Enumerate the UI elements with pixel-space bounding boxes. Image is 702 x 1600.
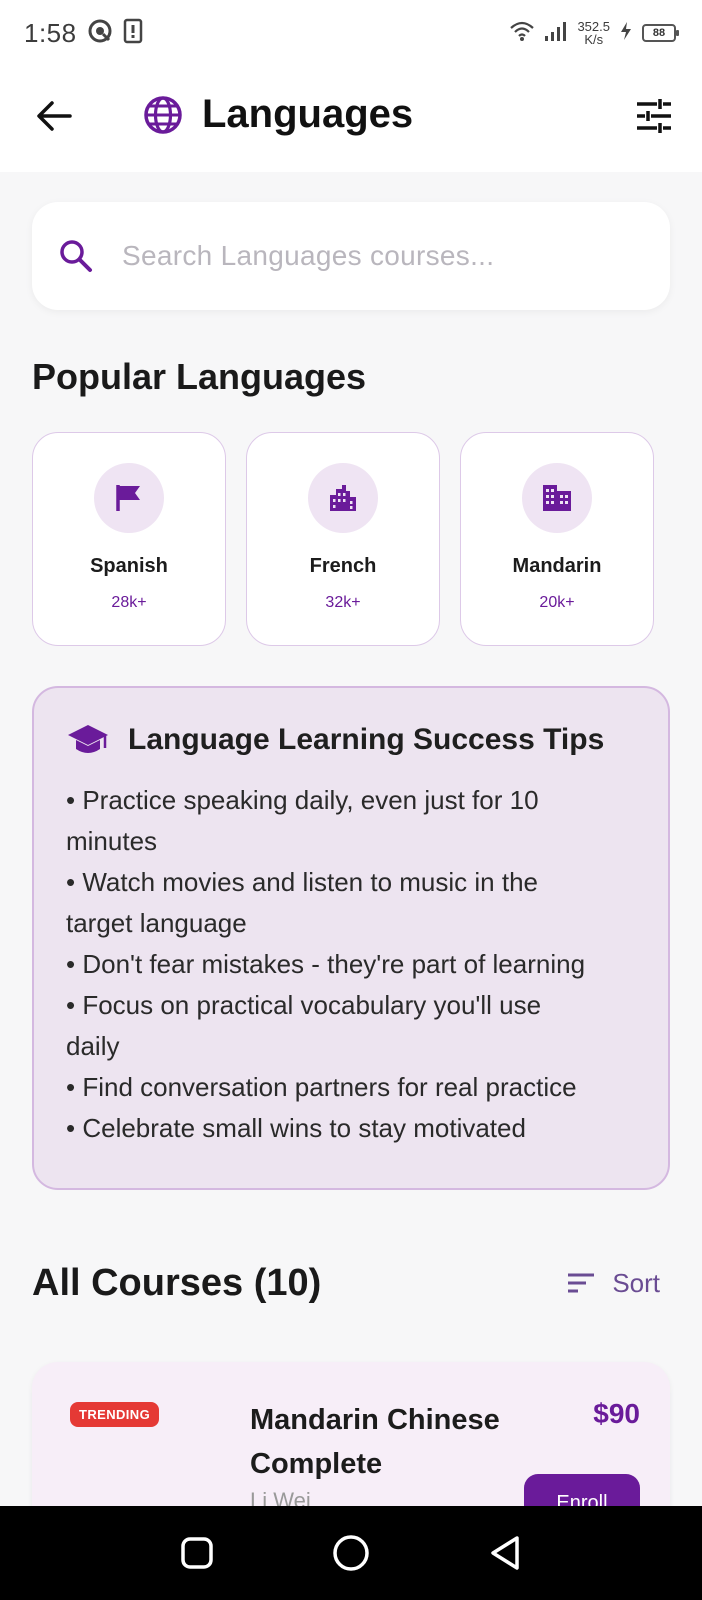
battery-level: 88 [652, 27, 666, 39]
app-title-wrap: Languages [142, 92, 413, 137]
sort-icon [568, 1273, 595, 1293]
tip-line: • Focus on practical vocabulary you'll u… [66, 990, 542, 1020]
charging-icon [618, 20, 634, 47]
wifi-icon [509, 20, 535, 47]
search-icon [60, 240, 92, 272]
course-title-line: Mandarin Chinese [250, 1404, 500, 1436]
language-icon-circle [522, 463, 592, 533]
language-learner-count: 32k+ [325, 594, 361, 611]
search-box[interactable] [32, 202, 670, 310]
language-icon-circle [308, 463, 378, 533]
language-name: Spanish [90, 555, 168, 577]
tip-line: • Practice speaking daily, even just for… [66, 785, 539, 815]
tips-title: Language Learning Success Tips [128, 723, 605, 756]
sort-label: Sort [612, 1267, 660, 1298]
status-left: 1:58 [24, 18, 143, 49]
app-notification-icon [87, 18, 113, 49]
courses-header: All Courses (10) Sort [32, 1258, 660, 1308]
language-name: French [309, 555, 377, 577]
tip-line: • Celebrate small wins to stay motivated [66, 1113, 526, 1143]
tip-line: • Don't fear mistakes - they're part of … [66, 949, 586, 979]
tip-line: • Watch movies and listen to music in th… [66, 867, 538, 897]
net-speed-unit: K/s [584, 32, 604, 47]
app-bar: Languages [0, 66, 702, 172]
back-nav-button[interactable] [480, 1528, 530, 1578]
course-title: Mandarin Chinese Complete [250, 1398, 540, 1486]
city-icon [330, 485, 356, 511]
language-learner-count: 20k+ [539, 594, 575, 611]
language-card-spanish[interactable]: Spanish 28k+ [32, 432, 226, 646]
building-icon [543, 485, 571, 511]
home-icon [333, 1535, 369, 1571]
battery-icon: 88 [642, 24, 679, 42]
home-button[interactable] [326, 1528, 376, 1578]
recents-icon [181, 1537, 213, 1569]
tip-line: daily [66, 1031, 120, 1061]
back-button[interactable] [32, 94, 76, 138]
status-time: 1:58 [24, 17, 77, 48]
sort-button[interactable]: Sort [566, 1268, 660, 1299]
net-speed: 352.5 K/s [577, 20, 610, 46]
language-card-mandarin[interactable]: Mandarin 20k+ [460, 432, 654, 646]
language-name: Mandarin [512, 555, 602, 577]
tips-header: Language Learning Success Tips [66, 722, 638, 758]
tips-card: Language Learning Success Tips • Practic… [32, 686, 670, 1190]
tip-line: • Find conversation partners for real pr… [66, 1072, 577, 1102]
system-nav-bar [0, 1506, 702, 1600]
popular-languages-list: Spanish 28k+ French 32k+ Mandarin 20k+ [32, 432, 672, 646]
filter-button[interactable] [632, 94, 676, 138]
flag-icon [116, 485, 140, 511]
all-courses-title: All Courses (10) [32, 1261, 322, 1304]
page-title: Languages [202, 92, 414, 136]
trending-badge: TRENDING [70, 1402, 160, 1427]
language-icon-circle [94, 463, 164, 533]
status-bar: 1:58 352.5 K/s 88 [0, 0, 702, 66]
graduation-cap-icon [68, 725, 108, 753]
arrow-left-icon [37, 101, 72, 131]
language-card-french[interactable]: French 32k+ [246, 432, 440, 646]
course-title-line: Complete [250, 1448, 383, 1480]
recents-button[interactable] [172, 1528, 222, 1578]
back-triangle-icon [491, 1536, 519, 1570]
signal-icon [543, 20, 569, 47]
status-right: 352.5 K/s 88 [509, 20, 679, 47]
popular-languages-title: Popular Languages [32, 356, 367, 397]
tune-icon [637, 99, 671, 133]
search-input[interactable] [122, 240, 642, 272]
language-learner-count: 28k+ [111, 594, 147, 611]
tip-line: minutes [66, 826, 158, 856]
tip-line: target language [66, 908, 247, 938]
course-price: $90 [593, 1398, 640, 1429]
globe-icon [144, 95, 182, 134]
sim-alert-icon [123, 18, 143, 49]
tips-list: • Practice speaking daily, even just for… [66, 780, 638, 1149]
